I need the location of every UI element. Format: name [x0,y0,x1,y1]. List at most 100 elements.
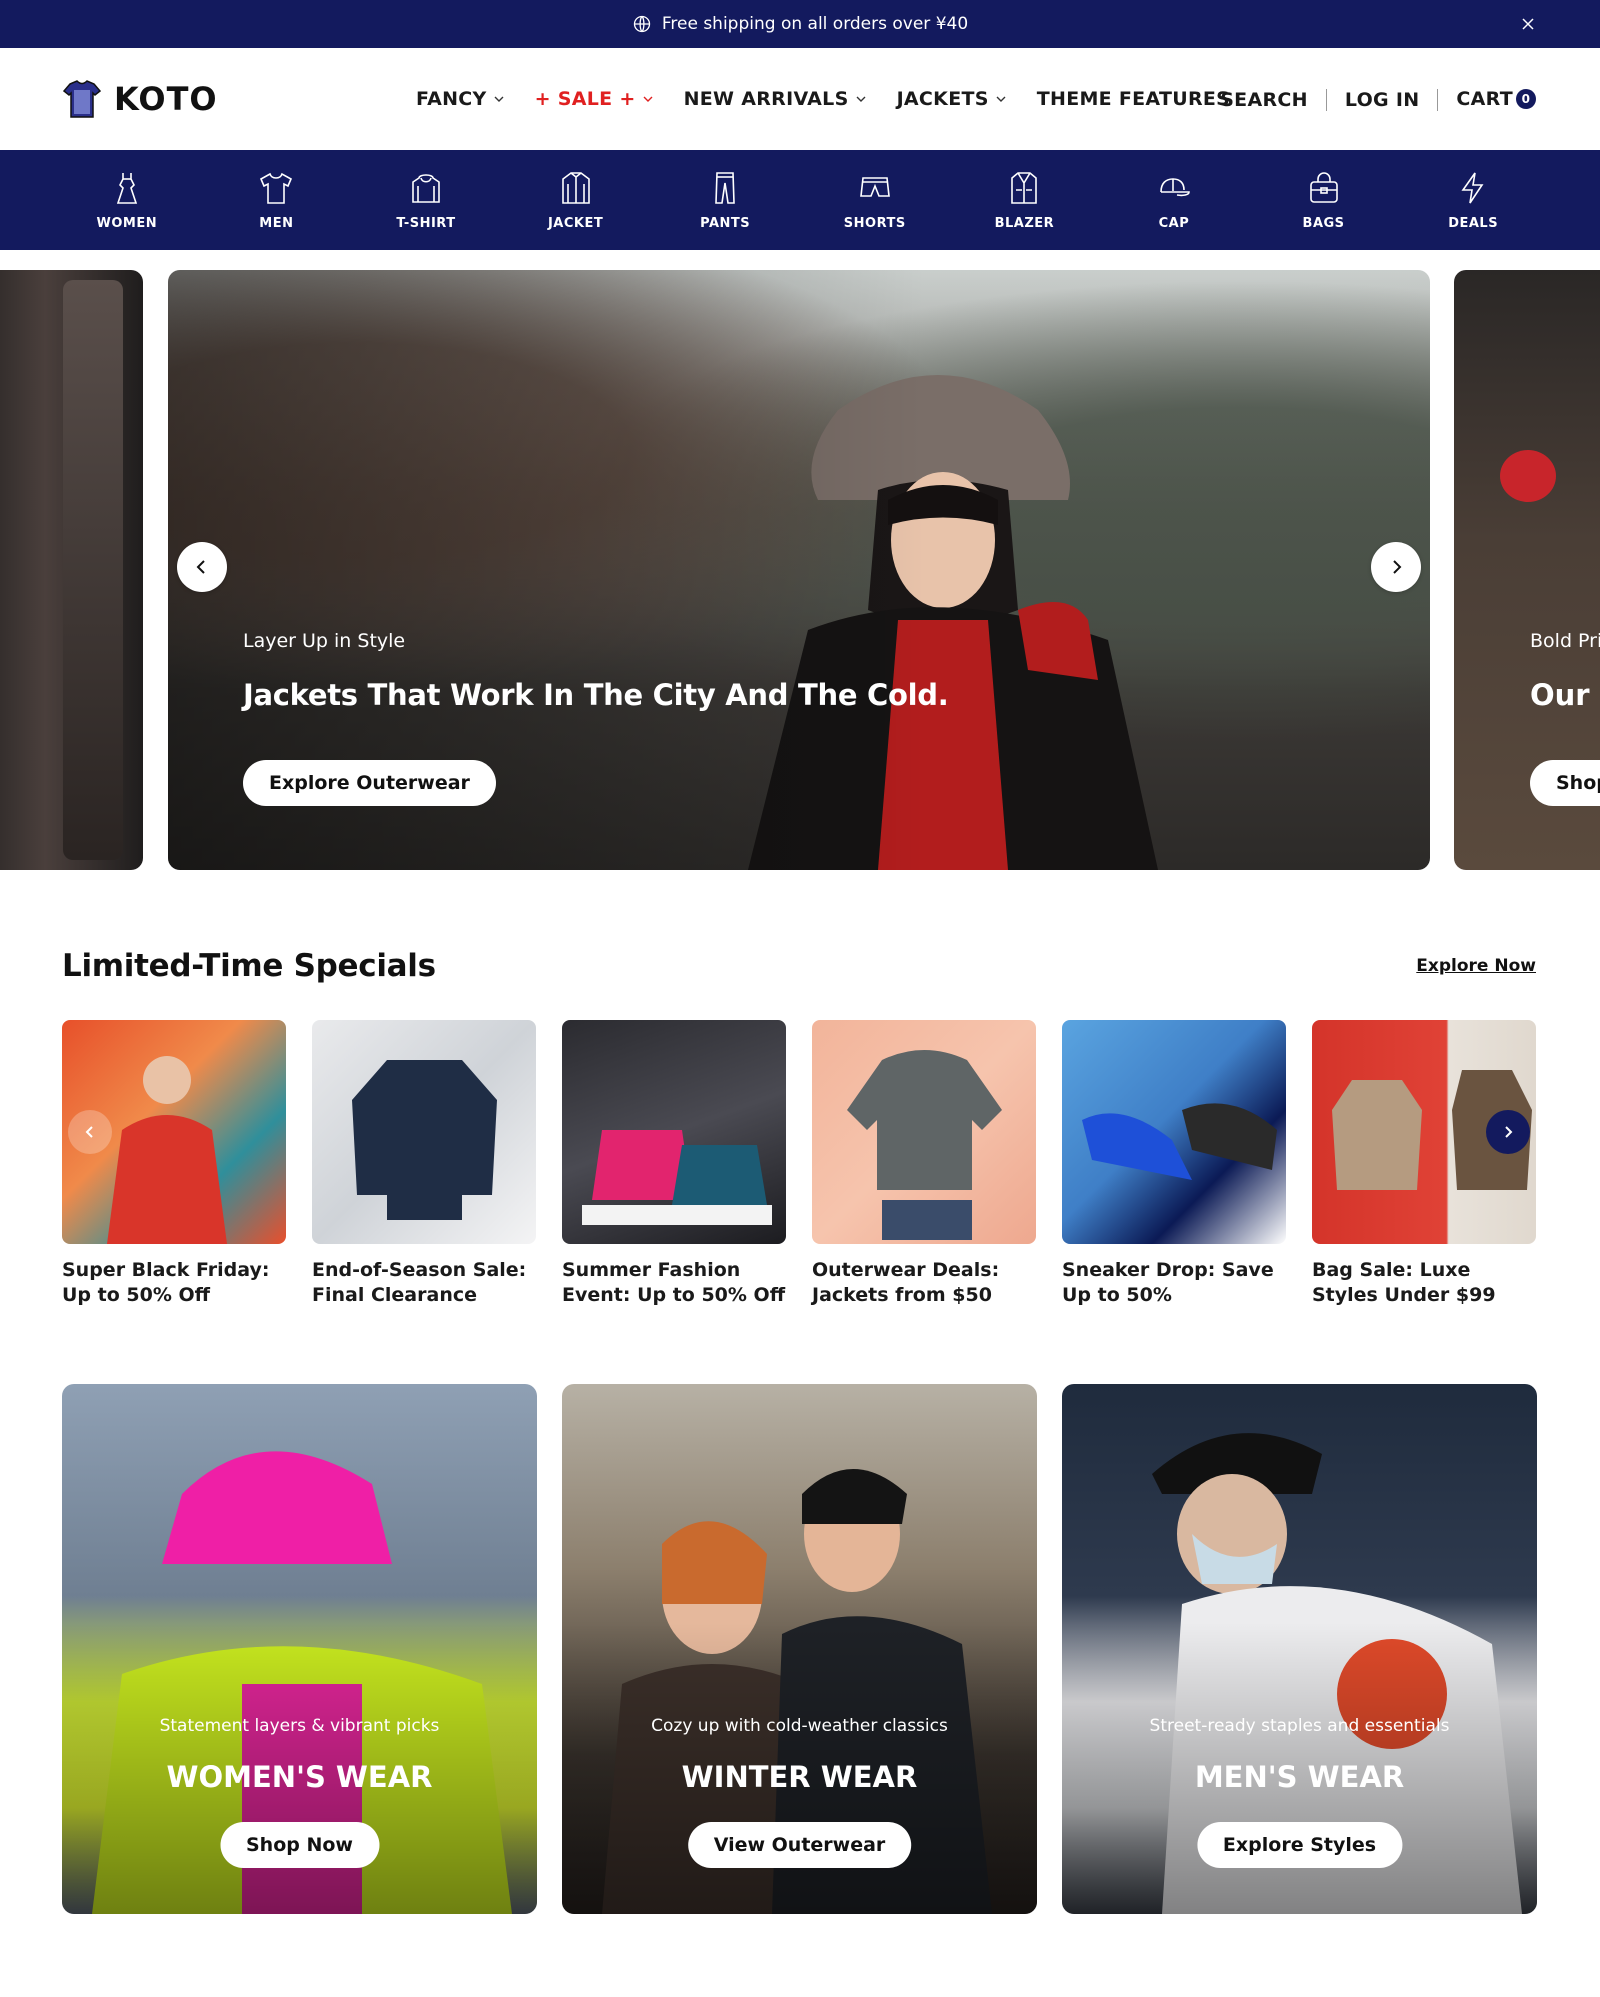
special-card[interactable]: Super Black Friday: Up to 50% Off [62,1020,286,1308]
slide-image [63,280,123,860]
explore-now-link[interactable]: Explore Now [1416,956,1536,976]
category-label: SHORTS [843,215,906,231]
special-card[interactable]: End-of-Season Sale: Final Clearance [312,1020,536,1308]
special-image [812,1020,1036,1244]
pants-icon [715,171,735,204]
koto-logo-icon [62,80,102,118]
category-men[interactable]: MEN [202,150,352,250]
leather-jacket-image [352,1060,497,1220]
nav-label: JACKETS [896,88,989,110]
tile-title: WOMEN'S WEAR [166,1760,433,1794]
announcement-bar: Free shipping on all orders over ¥40 [0,0,1600,48]
hero-slide-next[interactable]: Bold Pri Our C Shop [1454,270,1600,870]
announcement-text: Free shipping on all orders over ¥40 [661,14,969,34]
special-card[interactable]: Bag Sale: Luxe Styles Under $99 [1312,1020,1536,1308]
category-label: BLAZER [994,215,1055,231]
chevron-down-icon [856,96,866,102]
nav-theme-features[interactable]: THEME FEATURES [1037,88,1230,110]
hoodie-flatlay-image [847,1050,1002,1240]
category-cap[interactable]: CAP [1099,150,1249,250]
logo[interactable]: KOTO [62,78,218,120]
category-women[interactable]: WOMEN [52,150,202,250]
hero-slider: Layer Up in Style Jackets That Work In T… [0,270,1600,870]
chevron-down-icon [996,96,1006,102]
nav-fancy[interactable]: FANCY [416,88,505,110]
hero-subtitle: Layer Up in Style [243,630,406,652]
hero-next-button-arrow[interactable] [1371,542,1421,592]
hero-title: Jackets That Work In The City And The Co… [243,678,949,712]
tile-subtitle: Statement layers & vibrant picks [159,1716,440,1736]
category-blazer[interactable]: BLAZER [950,150,1100,250]
main-nav: FANCY + SALE + NEW ARRIVALS JACKETS THEM… [416,88,1260,110]
specials-prev-button[interactable] [68,1110,112,1154]
logo-text: KOTO [114,80,218,118]
nav-label: + SALE + [534,88,636,110]
category-label: WOMEN [96,215,158,231]
close-icon[interactable] [1518,14,1538,34]
jacket-icon [561,171,590,204]
cart-count-badge: 0 [1516,89,1536,109]
tile-mens-wear[interactable]: Street-ready staples and essentials MEN'… [1062,1384,1537,1914]
special-label: Outerwear Deals: Jackets from $50 [812,1259,1000,1306]
cap-icon [1160,177,1190,196]
special-label: Bag Sale: Luxe Styles Under $99 [1312,1259,1496,1306]
chevron-down-icon [494,96,504,102]
explore-styles-button[interactable]: Explore Styles [1196,1822,1403,1868]
special-card[interactable]: Sneaker Drop: Save Up to 50% [1062,1020,1286,1308]
tile-title: MEN'S WEAR [1194,1760,1405,1794]
site-header: KOTO FANCY + SALE + NEW ARRIVALS JACKETS… [0,48,1600,150]
hero-next-button[interactable]: Shop [1530,760,1600,806]
nav-new-arrivals[interactable]: NEW ARRIVALS [684,88,867,110]
nav-label: FANCY [416,88,487,110]
blazer-icon [1011,171,1038,204]
category-deals[interactable]: DEALS [1398,150,1548,250]
chevron-right-icon [1393,560,1402,574]
category-label: CAP [1158,215,1190,231]
divider [1437,88,1439,111]
specials-carousel: Super Black Friday: Up to 50% Off End-of… [62,1020,1538,1320]
category-shorts[interactable]: SHORTS [800,150,950,250]
category-jacket[interactable]: JACKET [501,150,651,250]
nav-label: NEW ARRIVALS [683,88,849,110]
nav-sale[interactable]: + SALE + [535,88,654,110]
nav-label: THEME FEATURES [1036,88,1231,110]
handbags-image [582,1130,772,1225]
dress-icon [116,172,137,204]
search-link[interactable]: SEARCH [1220,89,1308,111]
cart-label: CART [1456,88,1513,110]
special-card[interactable]: Outerwear Deals: Jackets from $50 [812,1020,1036,1308]
hero-prev-button[interactable] [177,542,227,592]
tile-winter-wear[interactable]: Cozy up with cold-weather classics WINTE… [562,1384,1037,1914]
chevron-down-icon [643,96,653,102]
specials-next-button[interactable] [1486,1110,1530,1154]
category-bags[interactable]: BAGS [1249,150,1399,250]
tile-womens-wear[interactable]: Statement layers & vibrant picks WOMEN'S… [62,1384,537,1914]
sneakers-image [1082,1103,1277,1180]
category-label: DEALS [1448,215,1499,231]
shop-now-button[interactable]: Shop Now [220,1822,379,1868]
category-pants[interactable]: PANTS [650,150,800,250]
category-tshirt[interactable]: T-SHIRT [351,150,501,250]
chevron-left-icon [196,560,205,574]
cart-link[interactable]: CART 0 [1456,88,1536,111]
special-image [1312,1020,1536,1244]
nav-jackets[interactable]: JACKETS [897,88,1007,110]
login-link[interactable]: LOG IN [1345,89,1420,111]
view-outerwear-button[interactable]: View Outerwear [687,1822,912,1868]
specials-title: Limited-Time Specials [62,948,436,984]
header-actions: SEARCH LOG IN CART 0 [1220,88,1536,111]
explore-outerwear-button[interactable]: Explore Outerwear [243,760,496,806]
special-card[interactable]: Summer Fashion Event: Up to 50% Off [562,1020,786,1308]
hero-next-subtitle: Bold Pri [1530,630,1600,652]
chevron-left-icon [85,1126,93,1138]
category-label: PANTS [700,215,751,231]
hero-slide-active: Layer Up in Style Jackets That Work In T… [168,270,1430,870]
hero-slide-previous[interactable] [0,270,143,870]
special-image [312,1020,536,1244]
category-label: MEN [259,215,294,231]
category-label: T-SHIRT [396,215,456,231]
divider [1325,88,1327,111]
category-bar: WOMEN MEN T-SHIRT JACKET PANTS SHORTS BL… [0,150,1600,250]
tshirt-icon [260,172,293,204]
tile-subtitle: Cozy up with cold-weather classics [651,1716,948,1736]
